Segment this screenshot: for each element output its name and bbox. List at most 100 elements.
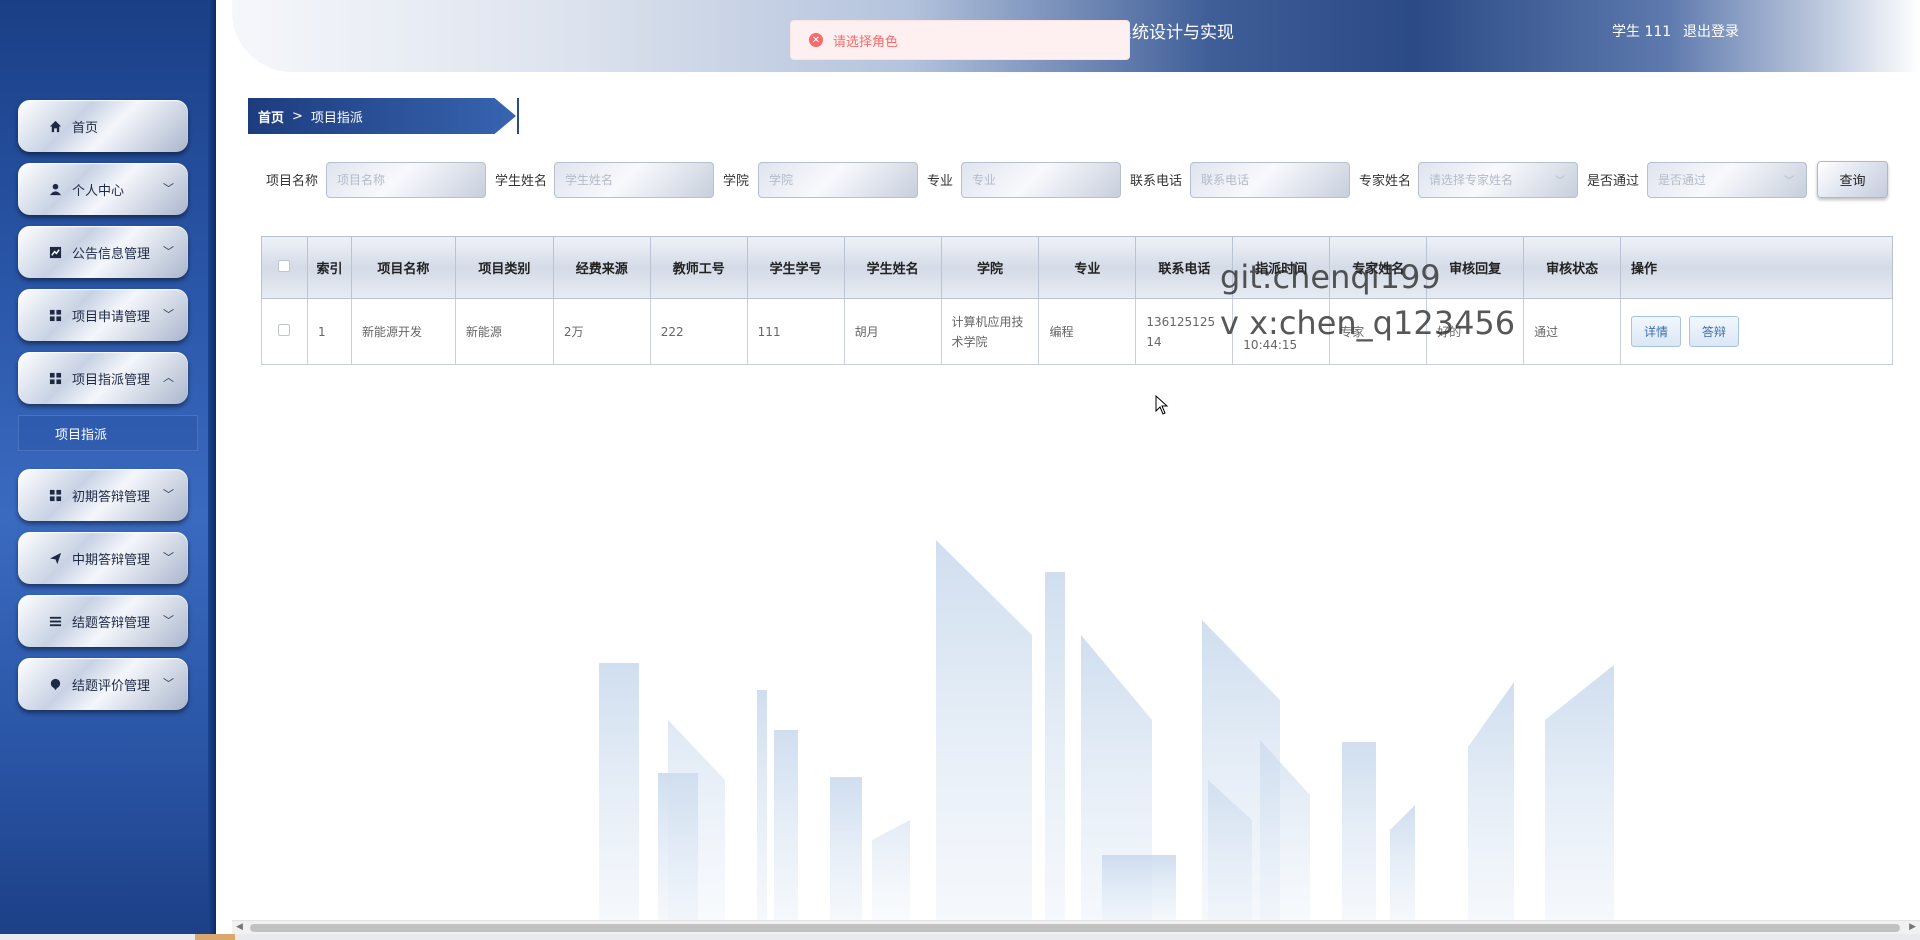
column-header: 索引 bbox=[306, 236, 352, 299]
sidebar-item-label: 项目指派管理 bbox=[72, 372, 151, 388]
scroll-right-icon[interactable]: ▶ bbox=[1909, 922, 1916, 932]
city-skyline-illustration bbox=[599, 540, 1614, 920]
breadcrumb: 首页 > 项目指派 bbox=[248, 98, 516, 134]
column-header: 操作 bbox=[1620, 236, 1893, 299]
major-label: 专业 bbox=[927, 174, 954, 189]
expert-name-select[interactable] bbox=[1418, 162, 1578, 198]
sidebar-item-label: 结题答辩管理 bbox=[72, 615, 151, 631]
column-header: 项目名称 bbox=[350, 236, 456, 299]
table-row: 1 新能源开发 新能源 2万 222 111 胡月 计算机应用技术学院 编程 1… bbox=[261, 298, 1893, 365]
sidebar-item-label: 结题评价管理 bbox=[72, 678, 151, 694]
approved-label: 是否通过 bbox=[1587, 174, 1640, 189]
sidebar-item-project-assign[interactable]: 项目指派管理 ︿ bbox=[18, 352, 188, 404]
chevron-down-icon: ﹀ bbox=[163, 182, 174, 195]
sidebar-item-notice[interactable]: 公告信息管理 ﹀ bbox=[18, 226, 188, 278]
scroll-left-icon[interactable]: ◀ bbox=[236, 922, 243, 932]
toast-message: 请选择角色 bbox=[833, 34, 899, 50]
phone-input[interactable] bbox=[1190, 162, 1350, 198]
row-checkbox[interactable] bbox=[261, 298, 308, 365]
cell-student-name: 胡月 bbox=[843, 298, 942, 365]
column-header: 联系电话 bbox=[1135, 236, 1234, 299]
cell-project-type: 新能源 bbox=[454, 298, 554, 365]
college-label: 学院 bbox=[723, 174, 750, 189]
table-header-row: 索引 项目名称 项目类别 经费来源 教师工号 学生学号 学生姓名 学院 专业 联… bbox=[261, 236, 1893, 299]
chevron-up-icon: ︿ bbox=[163, 371, 174, 384]
mouse-cursor-icon bbox=[1155, 395, 1169, 415]
sidebar-item-home[interactable]: 首页 bbox=[18, 100, 188, 152]
sidebar-item-label: 初期答辩管理 bbox=[72, 489, 151, 505]
breadcrumb-separator: > bbox=[292, 108, 303, 124]
column-header: 审核回复 bbox=[1426, 236, 1525, 299]
error-toast: ✕ 请选择角色 bbox=[790, 20, 1130, 60]
sidebar-subitem-project-assign[interactable]: 项目指派 bbox=[18, 415, 198, 451]
bottom-strip bbox=[0, 934, 1920, 940]
cell-project-name: 新能源开发 bbox=[350, 298, 456, 365]
column-header: 学院 bbox=[940, 236, 1040, 299]
major-input[interactable] bbox=[961, 162, 1121, 198]
logout-link[interactable]: 退出登录 bbox=[1683, 21, 1739, 41]
grid-icon bbox=[46, 487, 64, 503]
breadcrumb-home[interactable]: 首页 bbox=[258, 107, 284, 126]
sidebar-item-project-apply[interactable]: 项目申请管理 ﹀ bbox=[18, 289, 188, 341]
column-header: 经费来源 bbox=[552, 236, 651, 299]
horizontal-scrollbar[interactable]: ◀ ▶ bbox=[232, 920, 1920, 934]
expert-name-label: 专家姓名 bbox=[1359, 174, 1412, 189]
cell-actions: 详情 答辩 bbox=[1620, 298, 1893, 365]
cell-teacher-id: 222 bbox=[649, 298, 748, 365]
query-button[interactable]: 查询 bbox=[1817, 161, 1888, 198]
chevron-down-icon: ﹀ bbox=[163, 488, 174, 501]
cell-phone: 13612512514 bbox=[1135, 298, 1234, 365]
phone-label: 联系电话 bbox=[1130, 174, 1183, 189]
error-circle-icon: ✕ bbox=[809, 33, 823, 47]
select-all-checkbox[interactable] bbox=[261, 236, 308, 299]
column-header: 审核状态 bbox=[1523, 236, 1622, 299]
list-icon bbox=[46, 613, 64, 629]
column-header: 学生学号 bbox=[746, 236, 845, 299]
chevron-down-icon: ﹀ bbox=[1784, 176, 1794, 187]
column-header: 专业 bbox=[1038, 236, 1137, 299]
watermark-git: git:chenqi199 bbox=[1220, 258, 1441, 296]
sidebar: 首页 个人中心 ﹀ 公告信息管理 ﹀ 项目申请管理 ﹀ 项目指派管理 ︿ 项目指… bbox=[0, 0, 216, 940]
column-header: 教师工号 bbox=[649, 236, 748, 299]
chevron-down-icon: ﹀ bbox=[163, 677, 174, 690]
sidebar-item-label: 个人中心 bbox=[72, 183, 125, 199]
data-table: 索引 项目名称 项目类别 经费来源 教师工号 学生学号 学生姓名 学院 专业 联… bbox=[261, 236, 1893, 365]
chevron-down-icon: ﹀ bbox=[1555, 176, 1565, 187]
cell-student-id: 111 bbox=[746, 298, 845, 365]
scrollbar-thumb[interactable] bbox=[250, 924, 1900, 932]
college-input[interactable] bbox=[758, 162, 918, 198]
sidebar-item-final-evaluation[interactable]: 结题评价管理 ﹀ bbox=[18, 658, 188, 710]
sidebar-item-mid-defense[interactable]: 中期答辩管理 ﹀ bbox=[18, 532, 188, 584]
breadcrumb-divider bbox=[517, 98, 519, 134]
home-icon bbox=[46, 118, 64, 134]
cell-funding: 2万 bbox=[552, 298, 651, 365]
sidebar-item-initial-defense[interactable]: 初期答辩管理 ﹀ bbox=[18, 469, 188, 521]
app-title: 系统设计与实现 bbox=[1115, 23, 1234, 43]
send-icon bbox=[46, 550, 64, 566]
column-header: 项目类别 bbox=[454, 236, 554, 299]
cell-review-status: 通过 bbox=[1523, 298, 1622, 365]
sidebar-item-personal-center[interactable]: 个人中心 ﹀ bbox=[18, 163, 188, 215]
student-name-label: 学生姓名 bbox=[495, 174, 548, 189]
cell-college: 计算机应用技术学院 bbox=[940, 298, 1040, 365]
column-header: 学生姓名 bbox=[843, 236, 942, 299]
defense-button[interactable]: 答辩 bbox=[1688, 316, 1739, 347]
approved-select[interactable] bbox=[1647, 162, 1807, 198]
student-name-input[interactable] bbox=[554, 162, 714, 198]
detail-button[interactable]: 详情 bbox=[1631, 316, 1682, 347]
current-user: 学生 111 bbox=[1612, 24, 1672, 40]
sidebar-item-label: 项目申请管理 bbox=[72, 309, 151, 325]
sidebar-item-final-defense[interactable]: 结题答辩管理 ﹀ bbox=[18, 595, 188, 647]
breadcrumb-current: 项目指派 bbox=[310, 110, 363, 126]
chevron-down-icon: ﹀ bbox=[163, 245, 174, 258]
chevron-down-icon: ﹀ bbox=[163, 308, 174, 321]
project-name-label: 项目名称 bbox=[266, 174, 319, 189]
grid-icon bbox=[46, 370, 64, 386]
chevron-down-icon: ﹀ bbox=[163, 614, 174, 627]
cell-major: 编程 bbox=[1038, 298, 1137, 365]
chevron-down-icon: ﹀ bbox=[163, 551, 174, 564]
sidebar-item-label: 中期答辩管理 bbox=[72, 552, 151, 568]
chart-icon bbox=[46, 244, 64, 260]
project-name-input[interactable] bbox=[326, 162, 486, 198]
sidebar-item-label: 首页 bbox=[72, 120, 99, 136]
